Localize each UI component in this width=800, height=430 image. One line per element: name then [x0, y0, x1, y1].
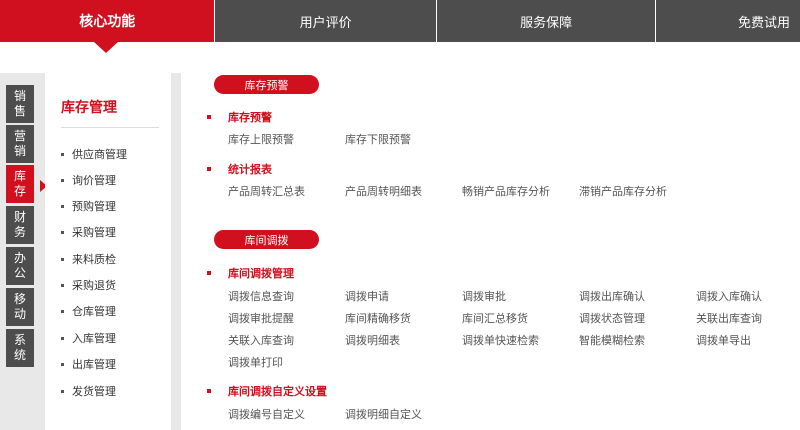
link-turnover-detail[interactable]: 产品周转明细表	[345, 183, 422, 199]
group-title-reports: 统计报表	[207, 161, 272, 177]
group-title-transfer-management: 库间调拨管理	[207, 265, 294, 281]
link-transfer[interactable]: 库间精确移货	[345, 310, 411, 326]
link-slowmover-analysis[interactable]: 滞销产品库存分析	[579, 183, 667, 199]
bullet-icon	[61, 336, 64, 340]
group-title-inventory-warning: 库存预警	[207, 109, 272, 125]
tab-service-guarantee[interactable]: 服务保障	[436, 0, 656, 42]
link-transfer[interactable]: 智能模糊检索	[579, 332, 645, 348]
bullet-icon	[207, 115, 211, 119]
bullet-icon	[61, 257, 64, 261]
link-transfer[interactable]: 调拨信息查询	[228, 288, 294, 304]
link-custom-detail[interactable]: 调拨明细自定义	[345, 406, 422, 422]
link-transfer[interactable]: 关联入库查询	[228, 332, 294, 348]
link-transfer[interactable]: 库间汇总移货	[462, 310, 528, 326]
link-upper-limit-warning[interactable]: 库存上限预警	[228, 131, 294, 147]
vtab-system[interactable]: 系统	[6, 329, 34, 367]
submenu-item-inspection[interactable]: 来料质检	[61, 251, 116, 267]
submenu-title: 库存管理	[61, 100, 117, 116]
submenu-item-preorder[interactable]: 预购管理	[61, 198, 116, 214]
submenu-item-inquiry[interactable]: 询价管理	[61, 172, 116, 188]
active-tab-pointer	[94, 42, 118, 53]
bullet-icon	[61, 230, 64, 234]
submenu-item-outbound[interactable]: 出库管理	[61, 356, 116, 372]
link-transfer[interactable]: 调拨审批	[462, 288, 506, 304]
bullet-icon	[61, 204, 64, 208]
bullet-icon	[61, 309, 64, 313]
link-bestseller-analysis[interactable]: 畅销产品库存分析	[462, 183, 550, 199]
link-transfer[interactable]: 调拨明细表	[345, 332, 400, 348]
submenu-item-inbound[interactable]: 入库管理	[61, 330, 116, 346]
link-custom-number[interactable]: 调拨编号自定义	[228, 406, 305, 422]
vtab-sales[interactable]: 销售	[6, 85, 34, 123]
submenu-divider	[61, 127, 159, 128]
bullet-icon	[207, 389, 211, 393]
link-transfer[interactable]: 调拨状态管理	[579, 310, 645, 326]
submenu-item-warehouse[interactable]: 仓库管理	[61, 303, 116, 319]
bullet-icon	[207, 167, 211, 171]
section-pill-transfer: 库间调拨	[214, 230, 319, 249]
link-transfer[interactable]: 调拨单快速检索	[462, 332, 539, 348]
tab-free-trial[interactable]: 免费试用	[656, 0, 800, 42]
link-turnover-summary[interactable]: 产品周转汇总表	[228, 183, 305, 199]
bullet-icon	[61, 178, 64, 182]
bullet-icon	[61, 362, 64, 366]
submenu-item-supplier[interactable]: 供应商管理	[61, 146, 127, 162]
tab-core-features[interactable]: 核心功能	[0, 0, 215, 42]
vtab-marketing[interactable]: 营销	[6, 125, 34, 163]
vtab-office[interactable]: 办公	[6, 247, 34, 285]
submenu-panel: 库存管理 供应商管理 询价管理 预购管理 采购管理 来料质检 采购退货 仓库管理…	[45, 73, 171, 430]
group-title-transfer-custom: 库间调拨自定义设置	[207, 383, 327, 399]
submenu-item-shipping[interactable]: 发货管理	[61, 383, 116, 399]
tab-user-reviews[interactable]: 用户评价	[215, 0, 436, 42]
top-nav: 核心功能 用户评价 服务保障 免费试用	[0, 0, 800, 42]
bullet-icon	[61, 389, 64, 393]
link-lower-limit-warning[interactable]: 库存下限预警	[345, 131, 411, 147]
bullet-icon	[61, 152, 64, 156]
link-transfer[interactable]: 关联出库查询	[696, 310, 762, 326]
link-transfer[interactable]: 调拨出库确认	[579, 288, 645, 304]
link-transfer[interactable]: 调拨单打印	[228, 354, 283, 370]
vtab-inventory[interactable]: 库存	[6, 165, 47, 203]
link-transfer[interactable]: 调拨审批提醒	[228, 310, 294, 326]
bullet-icon	[61, 283, 64, 287]
link-transfer[interactable]: 调拨入库确认	[696, 288, 762, 304]
section-pill-inventory-warning: 库存预警	[214, 75, 319, 94]
submenu-item-purchase-return[interactable]: 采购退货	[61, 277, 116, 293]
vtab-finance[interactable]: 财务	[6, 206, 34, 244]
link-transfer[interactable]: 调拨申请	[345, 288, 389, 304]
bullet-icon	[207, 271, 211, 275]
vtab-mobile[interactable]: 移动	[6, 288, 34, 326]
submenu-item-purchase[interactable]: 采购管理	[61, 224, 116, 240]
link-transfer[interactable]: 调拨单导出	[696, 332, 751, 348]
